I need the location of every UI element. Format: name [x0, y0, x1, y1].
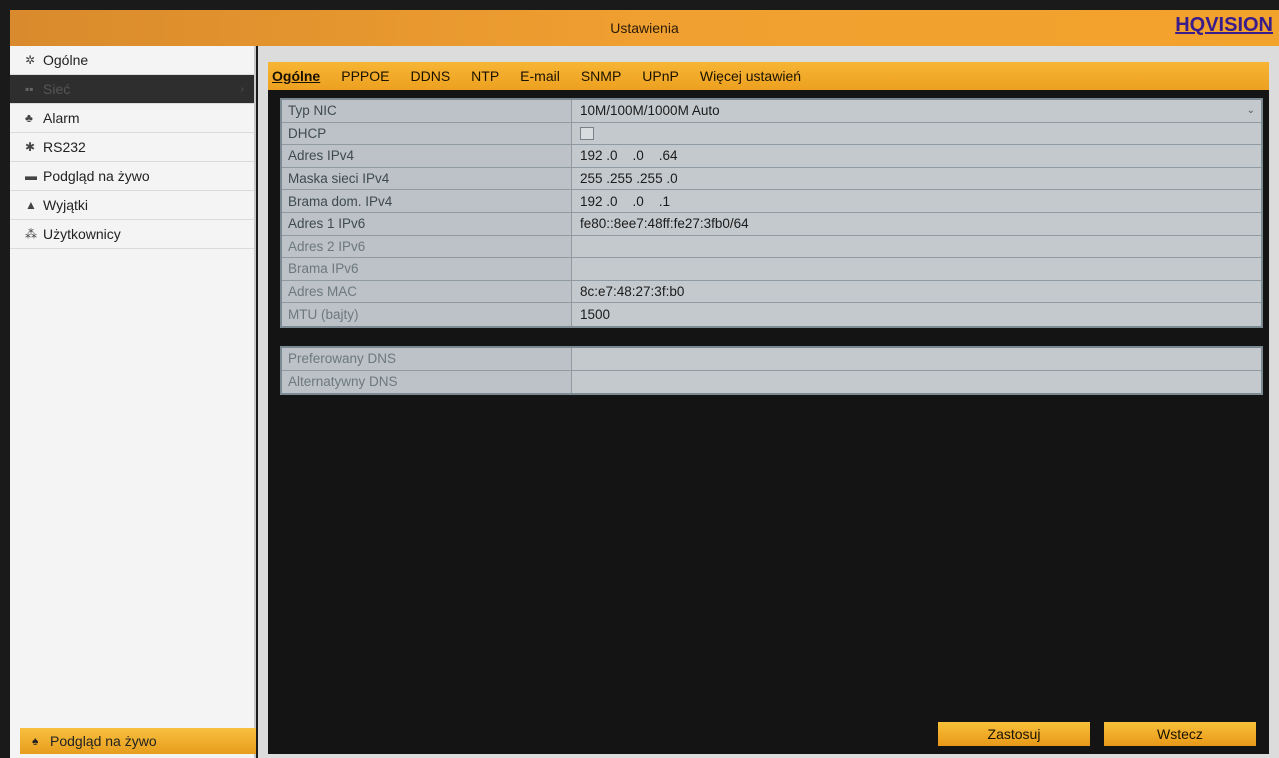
tab-bar: Ogólne PPPOE DDNS NTP E-mail SNMP UPnP W… — [268, 62, 1269, 90]
tab-upnp[interactable]: UPnP — [642, 68, 679, 84]
tab-ntp[interactable]: NTP — [471, 68, 499, 84]
sidebar-item-label: RS232 — [43, 139, 86, 155]
tab-more-settings[interactable]: Więcej ustawień — [700, 68, 801, 84]
rs232-icon: ✱ — [25, 140, 36, 154]
sidebar-item-network[interactable]: ▪▪ Sieć › — [10, 75, 254, 104]
mtu-field[interactable]: 1500 — [572, 303, 1261, 326]
ipv4-address-field[interactable]: 192 .0 .0 .64 — [572, 145, 1261, 167]
network-settings-form: Typ NIC 10M/100M/1000M Auto ⌄ DHCP Adres… — [280, 98, 1263, 328]
ipv4-gateway-value: 192 .0 .0 .1 — [580, 193, 671, 209]
home-icon: ♠ — [32, 734, 39, 748]
ipv4-gateway-label: Brama dom. IPv4 — [282, 190, 572, 212]
mac-address-label: Adres MAC — [282, 280, 572, 303]
nic-type-select[interactable]: 10M/100M/1000M Auto ⌄ — [572, 100, 1261, 122]
mtu-label: MTU (bajty) — [282, 303, 572, 326]
alternate-dns-field[interactable] — [572, 370, 1261, 394]
dhcp-value-cell — [572, 122, 1261, 145]
form-row-dhcp: DHCP — [282, 122, 1261, 146]
mac-address-field: 8c:e7:48:27:3f:b0 — [572, 280, 1261, 303]
form-row-nic-type: Typ NIC 10M/100M/1000M Auto ⌄ — [282, 100, 1261, 123]
sidebar-item-live-view[interactable]: ▬ Podgląd na żywo — [10, 162, 254, 191]
brand-logo: HQVISION — [1175, 14, 1273, 36]
ipv4-mask-value: 255 .255 .255 .0 — [580, 171, 678, 187]
form-row-alternate-dns: Alternatywny DNS — [282, 370, 1261, 394]
dhcp-label: DHCP — [282, 122, 572, 145]
network-icon: ▪▪ — [25, 82, 34, 96]
ipv4-mask-label: Maska sieci IPv4 — [282, 167, 572, 190]
live-view-icon: ▬ — [25, 169, 37, 183]
ipv4-address-value: 192 .0 .0 .64 — [580, 148, 678, 164]
tab-email[interactable]: E-mail — [520, 68, 560, 84]
form-row-ipv4-gateway: Brama dom. IPv4 192 .0 .0 .1 — [282, 190, 1261, 213]
apply-button[interactable]: Zastosuj — [938, 722, 1090, 746]
sidebar-item-users[interactable]: ⁂ Użytkownicy — [10, 220, 254, 249]
window-title: Ustawienia — [610, 20, 679, 36]
chevron-down-icon[interactable]: ⌄ — [1247, 105, 1255, 116]
form-row-ipv6-gateway: Brama IPv6 — [282, 258, 1261, 281]
nic-type-label: Typ NIC — [282, 100, 572, 122]
form-row-mac-address: Adres MAC 8c:e7:48:27:3f:b0 — [282, 280, 1261, 304]
dhcp-checkbox[interactable] — [580, 126, 594, 140]
tab-snmp[interactable]: SNMP — [581, 68, 621, 84]
title-bar: Ustawienia HQVISION — [10, 10, 1279, 46]
form-row-mtu: MTU (bajty) 1500 — [282, 303, 1261, 326]
users-icon: ⁂ — [25, 227, 37, 241]
live-view-button[interactable]: ♠ Podgląd na żywo — [20, 728, 256, 754]
form-row-ipv4-mask: Maska sieci IPv4 255 .255 .255 .0 — [282, 167, 1261, 191]
alarm-icon: ♣ — [25, 111, 33, 125]
chevron-right-icon: › — [240, 83, 244, 95]
ipv4-gateway-field[interactable]: 192 .0 .0 .1 — [572, 190, 1261, 212]
form-row-ipv6-address-2: Adres 2 IPv6 — [282, 235, 1261, 259]
ipv6-gateway-label: Brama IPv6 — [282, 258, 572, 280]
sidebar: ✲ Ogólne ▪▪ Sieć › ♣ Alarm ✱ RS232 ▬ Pod… — [10, 46, 256, 758]
sidebar-item-general[interactable]: ✲ Ogólne — [10, 46, 254, 75]
ipv6-gateway-field[interactable] — [572, 258, 1261, 280]
sidebar-item-rs232[interactable]: ✱ RS232 — [10, 133, 254, 162]
form-row-preferred-dns: Preferowany DNS — [282, 348, 1261, 371]
nic-type-value: 10M/100M/1000M Auto — [580, 103, 720, 119]
form-row-ipv6-address-1: Adres 1 IPv6 fe80::8ee7:48ff:fe27:3fb0/6… — [282, 212, 1261, 236]
ipv4-address-label: Adres IPv4 — [282, 145, 572, 167]
mac-address-value: 8c:e7:48:27:3f:b0 — [580, 284, 685, 300]
ipv6-address-2-label: Adres 2 IPv6 — [282, 235, 572, 258]
warning-icon: ▲ — [25, 198, 37, 212]
back-button[interactable]: Wstecz — [1104, 722, 1256, 746]
alternate-dns-label: Alternatywny DNS — [282, 370, 572, 394]
sidebar-item-label: Podgląd na żywo — [43, 168, 150, 184]
tab-general[interactable]: Ogólne — [272, 68, 320, 84]
live-view-button-label: Podgląd na żywo — [50, 733, 157, 749]
sidebar-item-label: Ogólne — [43, 52, 89, 68]
ipv6-address-1-value: fe80::8ee7:48ff:fe27:3fb0/64 — [580, 216, 749, 232]
preferred-dns-field[interactable] — [572, 348, 1261, 370]
ipv6-address-1-field[interactable]: fe80::8ee7:48ff:fe27:3fb0/64 — [572, 212, 1261, 235]
main-panel: Ogólne PPPOE DDNS NTP E-mail SNMP UPnP W… — [258, 46, 1279, 758]
form-row-ipv4-address: Adres IPv4 192 .0 .0 .64 — [282, 145, 1261, 168]
preferred-dns-label: Preferowany DNS — [282, 348, 572, 370]
sidebar-item-exceptions[interactable]: ▲ Wyjątki — [10, 191, 254, 220]
tab-pppoe[interactable]: PPPOE — [341, 68, 389, 84]
sidebar-item-label: Wyjątki — [43, 197, 88, 213]
sidebar-item-label: Alarm — [43, 110, 80, 126]
dns-settings-form: Preferowany DNS Alternatywny DNS — [280, 346, 1263, 396]
ipv6-address-2-field[interactable] — [572, 235, 1261, 258]
gear-icon: ✲ — [25, 53, 36, 67]
ipv4-mask-field[interactable]: 255 .255 .255 .0 — [572, 167, 1261, 190]
tab-ddns[interactable]: DDNS — [410, 68, 450, 84]
ipv6-address-1-label: Adres 1 IPv6 — [282, 212, 572, 235]
sidebar-item-alarm[interactable]: ♣ Alarm — [10, 104, 254, 133]
sidebar-item-label: Użytkownicy — [43, 226, 121, 242]
mtu-value: 1500 — [580, 307, 611, 323]
content-area: Ogólne PPPOE DDNS NTP E-mail SNMP UPnP W… — [268, 62, 1269, 754]
sidebar-item-label: Sieć — [43, 81, 71, 97]
